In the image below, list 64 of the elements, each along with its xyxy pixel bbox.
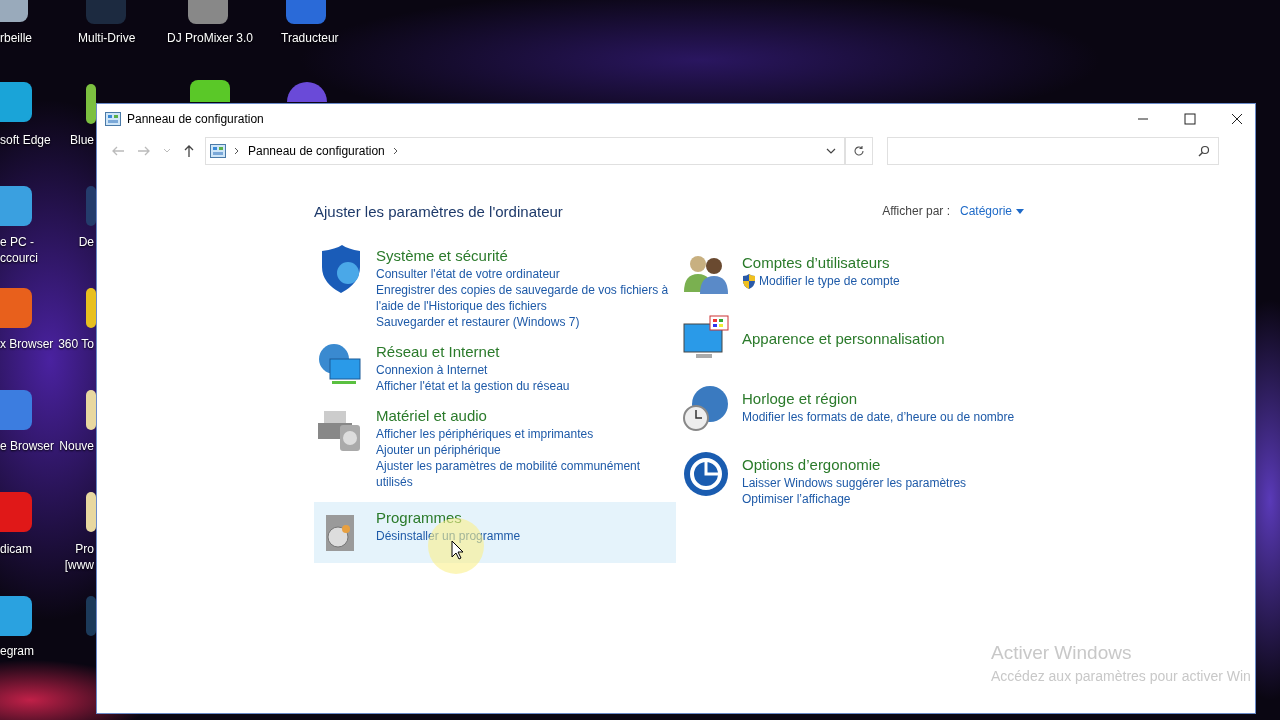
up-icon[interactable] (183, 144, 195, 158)
control-panel-icon (105, 112, 121, 126)
dropdown-icon[interactable] (826, 148, 836, 154)
app-label[interactable]: Multi-Drive (78, 30, 136, 46)
ease-of-access-icon[interactable] (682, 450, 730, 498)
app-label[interactable]: Traducteur (281, 30, 339, 46)
task-link[interactable]: Modifier le type de compte (759, 273, 900, 289)
task-link[interactable]: Afficher les périphériques et imprimantes (376, 426, 594, 442)
maximize-icon[interactable] (1184, 113, 1196, 125)
caret-icon (1016, 208, 1024, 214)
category-link[interactable]: Horloge et région (742, 389, 858, 409)
app-label[interactable]: dicam (0, 541, 32, 557)
task-link[interactable]: Sauvegarder et restaurer (Windows 7) (376, 314, 580, 330)
address-bar[interactable]: Panneau de configuration (205, 137, 845, 165)
app-label[interactable]: e PC - ccourci (0, 234, 38, 266)
category-link[interactable]: Matériel et audio (376, 406, 487, 426)
category-link[interactable]: Apparence et personnalisation (742, 329, 945, 349)
task-link[interactable]: Consulter l'état de votre ordinateur (376, 266, 560, 282)
app-label[interactable]: Nouve (59, 438, 94, 454)
chevron-icon (234, 147, 240, 155)
app-icon[interactable] (86, 390, 96, 430)
task-link[interactable]: Désinstaller un programme (376, 528, 521, 544)
category-link[interactable]: Programmes (376, 508, 462, 528)
task-link[interactable]: Ajuster les paramètres de mobilité communément utilisés (376, 458, 672, 490)
task-link[interactable]: Optimiser l’affichage (742, 491, 851, 507)
task-link[interactable]: Afficher l'état et la gestion du réseau (376, 378, 570, 394)
task-link[interactable]: Modifier les formats de date, d’heure ou de nombre (742, 409, 1015, 425)
app-label[interactable]: rbeille (0, 30, 32, 46)
globe-clock-icon[interactable] (682, 384, 730, 432)
control-panel-icon (210, 144, 226, 158)
refresh-button[interactable] (845, 137, 873, 165)
app-label[interactable]: e Browser (0, 438, 55, 454)
category-link[interactable]: Options d’ergonomie (742, 455, 881, 475)
window-title: Panneau de configuration (127, 112, 264, 126)
search-field[interactable] (887, 137, 1219, 165)
category-link[interactable]: Système et sécurité (376, 246, 508, 266)
app-label[interactable]: Pro [www (64, 541, 94, 573)
app-label[interactable]: De (78, 234, 94, 250)
chevron-icon (392, 147, 399, 155)
task-link[interactable]: Connexion à Internet (376, 362, 488, 378)
close-icon[interactable] (1231, 113, 1243, 125)
app-label[interactable]: 360 To (58, 336, 94, 352)
shield-icon (742, 273, 756, 289)
app-icon[interactable] (190, 80, 230, 102)
view-by-label: Afficher par : (882, 204, 950, 218)
app-label[interactable]: DJ ProMixer 3.0 (167, 30, 254, 46)
view-by-dropdown[interactable]: Catégorie (959, 204, 1024, 218)
search-icon (1198, 145, 1210, 157)
app-icon[interactable] (86, 492, 96, 532)
app-label[interactable]: soft Edge (0, 132, 51, 148)
page-heading: Ajuster les paramètres de l'ordinateur (314, 202, 563, 220)
category-link[interactable]: Réseau et Internet (376, 342, 500, 362)
category-link[interactable]: Comptes d’utilisateurs (742, 253, 890, 273)
task-link[interactable]: Laisser Windows suggérer les paramètres (742, 475, 967, 491)
task-link[interactable]: Ajouter un périphérique (376, 442, 501, 458)
refresh-icon (853, 145, 865, 157)
forward-icon[interactable] (137, 145, 151, 157)
app-label[interactable]: egram (0, 643, 34, 659)
app-label[interactable]: Blue (69, 132, 94, 148)
app-icon[interactable] (86, 84, 96, 124)
app-icon[interactable] (86, 288, 96, 328)
back-icon[interactable] (111, 145, 125, 157)
app-label[interactable]: x Browser (0, 336, 54, 352)
task-link[interactable]: Enregistrer des copies de sauvegarde de vos fichiers à l'aide de l'Historique des fichiers (376, 282, 672, 314)
